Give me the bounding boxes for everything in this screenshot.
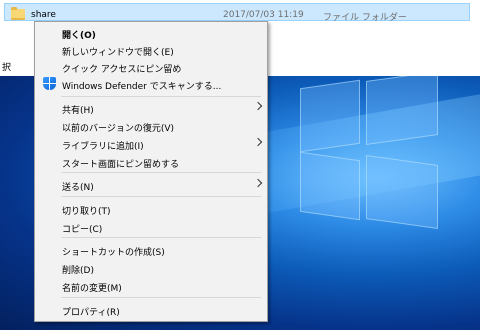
file-date: 2017/07/03 11:19 bbox=[223, 10, 304, 20]
context-menu: 開く(O) 新しいウィンドウで開く(E) クイック アクセスにピン留め Wind… bbox=[34, 21, 268, 322]
menu-item-label: 新しいウィンドウで開く(E) bbox=[62, 48, 174, 58]
menu-item-label: クイック アクセスにピン留め bbox=[62, 65, 182, 75]
menu-item-label: スタート画面にピン留めする bbox=[62, 160, 180, 170]
wallpaper-window-pane bbox=[300, 151, 360, 221]
menu-separator bbox=[61, 237, 261, 238]
menu-item-pin-quick-access[interactable]: クイック アクセスにピン留め bbox=[35, 58, 267, 75]
chevron-right-icon bbox=[253, 101, 263, 111]
menu-item-open[interactable]: 開く(O) bbox=[35, 24, 267, 41]
menu-item-label: 開く(O) bbox=[62, 31, 96, 41]
folder-icon bbox=[11, 7, 25, 20]
menu-separator bbox=[61, 196, 261, 197]
shield-icon bbox=[43, 77, 56, 90]
menu-item-rename[interactable]: 名前の変更(M) bbox=[35, 277, 267, 294]
menu-item-add-to-library[interactable]: ライブラリに追加(I) bbox=[35, 135, 267, 152]
menu-item-label: 以前のバージョンの復元(V) bbox=[62, 124, 174, 134]
chevron-right-icon bbox=[253, 137, 263, 147]
wallpaper-window-pane bbox=[300, 79, 360, 153]
menu-item-label: Windows Defender でスキャンする... bbox=[62, 82, 222, 92]
menu-item-label: 共有(H) bbox=[62, 106, 94, 116]
menu-item-label: プロパティ(R) bbox=[62, 308, 120, 318]
file-type: ファイル フォルダー bbox=[323, 13, 407, 23]
menu-item-copy[interactable]: コピー(C) bbox=[35, 218, 267, 235]
menu-item-label: 切り取り(T) bbox=[62, 207, 111, 217]
menu-separator bbox=[61, 172, 261, 173]
menu-item-label: ショートカットの作成(S) bbox=[62, 248, 165, 258]
menu-item-send-to[interactable]: 送る(N) bbox=[35, 176, 267, 193]
menu-item-restore-previous[interactable]: 以前のバージョンの復元(V) bbox=[35, 117, 267, 134]
menu-item-cut[interactable]: 切り取り(T) bbox=[35, 200, 267, 217]
menu-item-create-shortcut[interactable]: ショートカットの作成(S) bbox=[35, 241, 267, 258]
folder-row-share[interactable]: share 2017/07/03 11:19 ファイル フォルダー bbox=[4, 3, 470, 23]
menu-item-pin-start[interactable]: スタート画面にピン留めする bbox=[35, 153, 267, 170]
menu-item-label: コピー(C) bbox=[62, 225, 103, 235]
file-name: share bbox=[31, 10, 56, 20]
chevron-right-icon bbox=[253, 178, 263, 188]
left-edge-text: 択 bbox=[2, 63, 12, 73]
menu-item-properties[interactable]: プロパティ(R) bbox=[35, 301, 267, 318]
wallpaper-window-pane bbox=[366, 76, 438, 146]
menu-item-label: 送る(N) bbox=[62, 183, 94, 193]
menu-item-open-new-window[interactable]: 新しいウィンドウで開く(E) bbox=[35, 41, 267, 58]
menu-separator bbox=[61, 297, 261, 298]
menu-item-label: 名前の変更(M) bbox=[62, 284, 122, 294]
menu-item-share[interactable]: 共有(H) bbox=[35, 99, 267, 116]
menu-separator bbox=[61, 96, 261, 97]
menu-item-defender-scan[interactable]: Windows Defender でスキャンする... bbox=[35, 75, 267, 92]
menu-item-label: ライブラリに追加(I) bbox=[62, 142, 144, 152]
menu-item-label: 削除(D) bbox=[62, 266, 94, 276]
wallpaper-window-pane bbox=[366, 154, 438, 230]
menu-item-delete[interactable]: 削除(D) bbox=[35, 259, 267, 276]
